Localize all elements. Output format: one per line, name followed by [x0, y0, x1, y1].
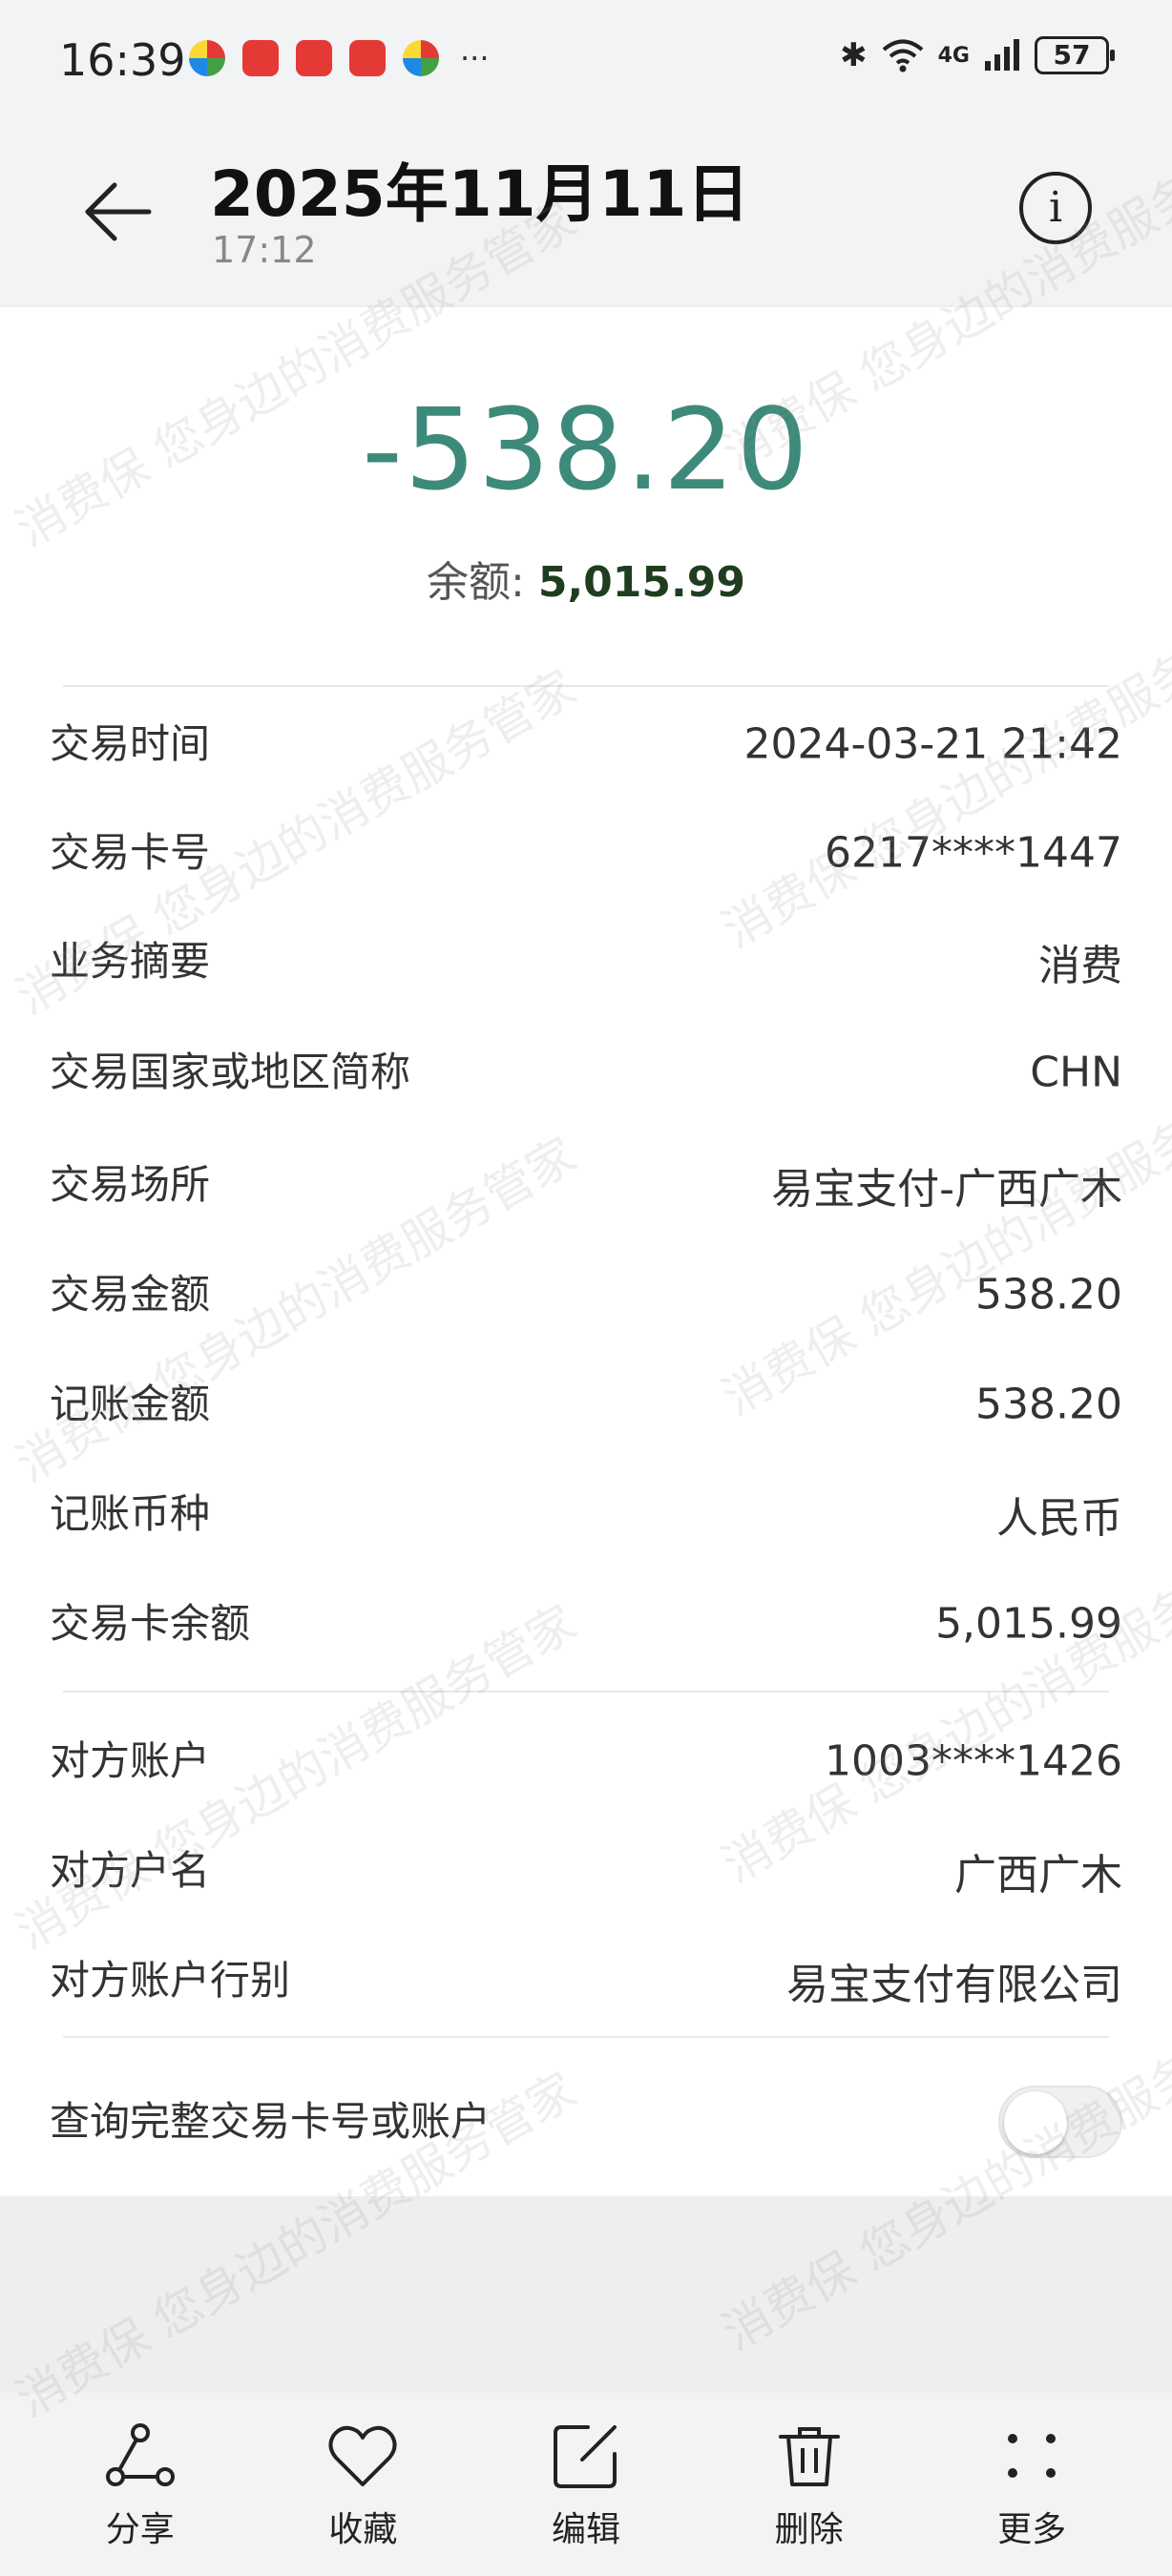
page-title: 2025年11月11日: [210, 157, 750, 231]
bottom-toolbar: 分享 收藏 编辑 删除 更多: [0, 2393, 1172, 2576]
detail-value: 5,015.99: [935, 1599, 1122, 1649]
edit-button[interactable]: 编辑: [510, 2418, 662, 2551]
transaction-amount: -538.20: [362, 384, 810, 515]
detail-value: 易宝支付有限公司: [786, 1961, 1122, 2009]
detail-row-transaction-amount: 交易金额 538.20: [0, 1247, 1172, 1342]
detail-row-counterparty-bank: 对方账户行别 易宝支付有限公司: [0, 1933, 1172, 2028]
battery-indicator: 57: [1035, 36, 1115, 74]
page-subtitle-time: 17:12: [212, 229, 317, 271]
status-bar: 16:39 ··· ✱ 4G 57: [0, 0, 1172, 124]
app-notification-icon: [296, 40, 332, 76]
balance-value: 5,015.99: [537, 558, 745, 607]
query-full-number-label: 查询完整交易卡号或账户: [50, 2098, 492, 2145]
detail-row-merchant: 交易场所 易宝支付-广西广木: [0, 1137, 1172, 1233]
detail-label: 交易场所: [50, 1161, 211, 1208]
signal-icon: [985, 39, 1019, 71]
share-button[interactable]: 分享: [64, 2418, 217, 2551]
detail-label: 交易国家或地区简称: [50, 1049, 411, 1095]
more-notifications-icon: ···: [460, 40, 490, 76]
query-full-number-row: 查询完整交易卡号或账户: [0, 2065, 1172, 2179]
heart-icon: [328, 2425, 397, 2486]
share-icon: [105, 2423, 175, 2486]
detail-value: 消费: [1038, 942, 1122, 990]
detail-value: CHN: [1030, 1048, 1122, 1097]
detail-row-country: 交易国家或地区简称 CHN: [0, 1015, 1172, 1130]
detail-label: 业务摘要: [50, 938, 211, 985]
detail-row-posted-amount: 记账金额 538.20: [0, 1357, 1172, 1452]
share-label: 分享: [105, 2510, 175, 2549]
detail-label: 交易时间: [50, 720, 211, 767]
toggle-knob: [1004, 2091, 1067, 2154]
app-notification-icon: [189, 40, 225, 76]
info-icon[interactable]: i: [1019, 172, 1092, 244]
detail-row-counterparty-name: 对方户名 广西广木: [0, 1823, 1172, 1919]
detail-label: 交易卡号: [50, 829, 211, 876]
detail-row-currency: 记账币种 人民币: [0, 1466, 1172, 1562]
favorite-button[interactable]: 收藏: [286, 2418, 439, 2551]
more-button[interactable]: 更多: [955, 2418, 1108, 2551]
balance-label: 余额:: [427, 558, 538, 607]
detail-label: 对方户名: [50, 1847, 211, 1894]
edit-icon: [553, 2425, 617, 2488]
app-notification-icon: [403, 40, 439, 76]
divider: [63, 1691, 1109, 1693]
delete-label: 删除: [774, 2510, 844, 2549]
wifi-icon: [882, 39, 923, 73]
delete-button[interactable]: 删除: [733, 2418, 886, 2551]
divider: [63, 685, 1109, 687]
back-arrow-icon[interactable]: [80, 174, 157, 250]
detail-label: 记账币种: [50, 1490, 211, 1537]
app-notification-icon: [349, 40, 386, 76]
notification-icons: ···: [189, 40, 490, 76]
detail-value: 538.20: [975, 1270, 1122, 1319]
app-header: 2025年11月11日 17:12 i: [0, 124, 1172, 305]
divider: [63, 2036, 1109, 2038]
detail-value: 1003****1426: [825, 1736, 1122, 1786]
detail-row-card-balance: 交易卡余额 5,015.99: [0, 1576, 1172, 1672]
app-notification-icon: [242, 40, 279, 76]
detail-value: 2024-03-21 21:42: [743, 719, 1123, 769]
query-full-number-toggle[interactable]: [998, 2086, 1122, 2158]
system-icons: ✱ 4G 57: [840, 36, 1115, 74]
bluetooth-icon: ✱: [840, 36, 868, 74]
detail-label: 对方账户行别: [50, 1957, 291, 2004]
trash-icon: [778, 2427, 840, 2486]
detail-row-summary: 业务摘要 消费: [0, 914, 1172, 1009]
more-dots-icon: [1008, 2434, 1057, 2478]
detail-value: 人民币: [996, 1494, 1122, 1543]
detail-label: 记账金额: [50, 1381, 211, 1427]
detail-value: 易宝支付-广西广木: [771, 1165, 1122, 1214]
detail-label: 交易金额: [50, 1271, 211, 1318]
detail-label: 交易卡余额: [50, 1600, 251, 1647]
detail-row-transaction-time: 交易时间 2024-03-21 21:42: [0, 696, 1172, 792]
balance-line: 余额: 5,015.99: [0, 548, 1172, 609]
more-label: 更多: [997, 2510, 1067, 2549]
edit-label: 编辑: [551, 2510, 620, 2549]
detail-value: 538.20: [975, 1380, 1122, 1429]
network-type-label: 4G: [937, 43, 970, 68]
detail-label: 对方账户: [50, 1737, 211, 1784]
status-time: 16:39: [59, 34, 186, 86]
transaction-detail-card: -538.20 余额: 5,015.99 交易时间 2024-03-21 21:…: [0, 307, 1172, 2196]
detail-value: 6217****1447: [825, 828, 1122, 878]
favorite-label: 收藏: [328, 2510, 398, 2549]
detail-row-counterparty-account: 对方账户 1003****1426: [0, 1714, 1172, 1809]
detail-value: 广西广木: [954, 1851, 1122, 1900]
detail-row-card-number: 交易卡号 6217****1447: [0, 805, 1172, 901]
